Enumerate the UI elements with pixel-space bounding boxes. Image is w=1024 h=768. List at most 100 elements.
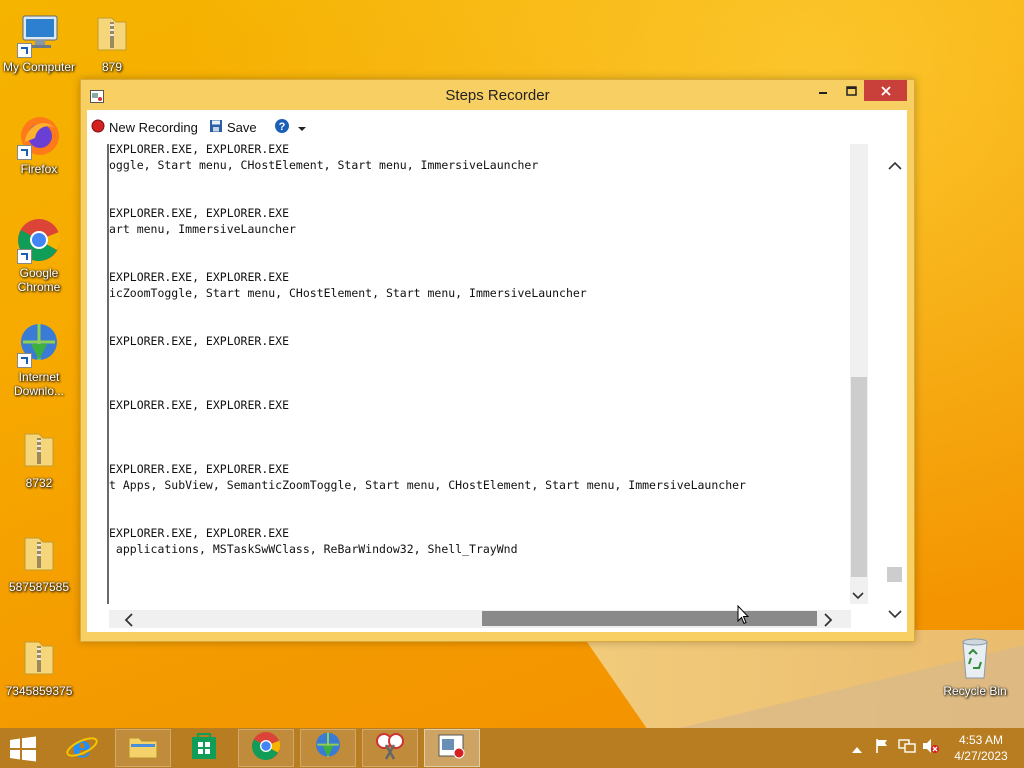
steps-recorder-window[interactable]: Steps Recorder New Recording Save ? EXPL…: [80, 79, 915, 642]
action-center-button[interactable]: [874, 728, 890, 768]
log-line: EXPLORER.EXE, EXPLORER.EXE: [109, 144, 290, 156]
desktop-icon-label: 7345859375: [5, 684, 73, 698]
log-line: EXPLORER.EXE, EXPLORER.EXE: [109, 398, 290, 412]
scrollbar-thumb[interactable]: [887, 567, 902, 582]
firefox-icon: [15, 112, 63, 160]
shortcut-arrow-icon: [17, 249, 32, 264]
desktop-icon-recycle-bin[interactable]: Recycle Bin: [936, 634, 1014, 698]
desktop-icon-chrome[interactable]: Google Chrome: [0, 216, 78, 294]
close-button[interactable]: [864, 80, 907, 101]
chevron-down-icon[interactable]: [852, 586, 864, 605]
taskbar-snipping-tool[interactable]: [362, 729, 418, 767]
taskbar-file-explorer[interactable]: [115, 729, 171, 767]
volume-muted-icon: [922, 738, 940, 758]
file-explorer-icon: [127, 732, 159, 764]
desktop-icon-label: 8732: [25, 476, 53, 490]
volume-button[interactable]: [922, 728, 940, 768]
svg-text:e: e: [72, 730, 91, 762]
log-line: EXPLORER.EXE, EXPLORER.EXE: [109, 206, 290, 220]
clock-date: 4/27/2023: [954, 749, 1008, 763]
system-clock[interactable]: 4:53 AM 4/27/2023: [948, 732, 1014, 764]
chrome-icon: [15, 216, 63, 264]
desktop-icon-label: Recycle Bin: [943, 684, 1007, 698]
desktop-icon-879[interactable]: 879: [73, 10, 151, 74]
store-icon: [189, 731, 219, 765]
toolbar: New Recording Save ?: [87, 110, 907, 140]
chevron-left-icon[interactable]: [124, 612, 134, 631]
chevron-down-icon[interactable]: [888, 604, 902, 623]
desktop-icon-label: 587587585: [8, 580, 70, 594]
clock-time: 4:53 AM: [958, 733, 1004, 747]
maximize-button[interactable]: [837, 80, 865, 101]
desktop-icon-my-computer[interactable]: My Computer: [0, 10, 78, 74]
log-line: art menu, ImmersiveLauncher: [109, 222, 296, 236]
title-bar[interactable]: Steps Recorder: [81, 80, 914, 110]
scrollbar-thumb[interactable]: [851, 377, 867, 577]
new-recording-label: New Recording: [109, 119, 198, 135]
desktop-icon-8732[interactable]: 8732: [0, 426, 78, 490]
shortcut-arrow-icon: [17, 145, 32, 160]
internet-download-manager-icon: [312, 730, 344, 766]
desktop-icon-label: Firefox: [20, 162, 58, 176]
chevron-up-icon: [852, 739, 862, 758]
help-icon: ?: [274, 118, 290, 137]
mouse-cursor-icon: [737, 604, 750, 625]
shortcut-arrow-icon: [17, 353, 32, 368]
zip-folder-icon: [15, 530, 63, 578]
outer-vertical-scrollbar[interactable]: [885, 144, 905, 628]
desktop-icon-firefox[interactable]: Firefox: [0, 112, 78, 176]
save-label: Save: [227, 119, 257, 135]
chevron-down-icon: [298, 120, 306, 135]
minimize-button[interactable]: [809, 80, 837, 101]
internet-explorer-icon: e: [65, 730, 99, 766]
recycle-bin-icon: [951, 634, 999, 682]
log-line: EXPLORER.EXE, EXPLORER.EXE: [109, 334, 290, 348]
close-icon: [880, 81, 891, 100]
zip-folder-icon: [15, 634, 63, 682]
inner-vertical-scrollbar[interactable]: [850, 144, 868, 604]
zip-folder-icon: [15, 426, 63, 474]
desktop-icon-587587585[interactable]: 587587585: [0, 530, 78, 594]
save-icon: [209, 119, 223, 136]
zip-folder-icon: [88, 10, 136, 58]
desktop-icon-label: Internet Downlo...: [13, 370, 65, 398]
minimize-icon: [818, 81, 828, 100]
chevron-right-icon[interactable]: [823, 612, 833, 631]
taskbar: e 4:53 AM 4/27/2023: [0, 728, 1024, 768]
scrollbar-thumb[interactable]: [482, 611, 817, 626]
taskbar-store[interactable]: [176, 729, 232, 767]
help-dropdown-button[interactable]: ?: [274, 118, 306, 136]
network-icon: [898, 738, 916, 758]
taskbar-google-chrome[interactable]: [238, 729, 294, 767]
log-line: EXPLORER.EXE, EXPLORER.EXE: [109, 270, 290, 284]
new-recording-button[interactable]: New Recording: [91, 118, 198, 136]
flag-icon: [874, 738, 890, 758]
record-icon: [91, 119, 105, 136]
desktop-icon-label: Google Chrome: [17, 266, 61, 294]
chrome-icon: [250, 730, 282, 766]
taskbar-internet-download-manager[interactable]: [300, 729, 356, 767]
internet-download-manager-icon: [15, 320, 63, 368]
windows-logo-icon: [8, 736, 38, 766]
start-button[interactable]: [8, 736, 40, 762]
steps-recorder-icon: [437, 732, 467, 764]
log-line: t Apps, SubView, SemanticZoomToggle, Sta…: [109, 478, 746, 492]
taskbar-internet-explorer[interactable]: e: [54, 729, 110, 767]
desktop-icon-internet-download-manager[interactable]: Internet Downlo...: [0, 320, 78, 398]
shortcut-arrow-icon: [17, 43, 32, 58]
network-button[interactable]: [898, 728, 916, 768]
window-title: Steps Recorder: [445, 87, 550, 104]
desktop-icon-label: 879: [101, 60, 123, 74]
log-line: oggle, Start menu, CHostElement, Start m…: [109, 158, 539, 172]
save-button[interactable]: Save: [209, 118, 257, 136]
taskbar-steps-recorder[interactable]: [424, 729, 480, 767]
snipping-tool-icon: [374, 731, 406, 765]
chevron-up-icon[interactable]: [888, 156, 902, 175]
show-hidden-icons-button[interactable]: [852, 728, 862, 768]
computer-icon: [15, 10, 63, 58]
recorded-steps-text-area[interactable]: EXPLORER.EXE, EXPLORER.EXE oggle, Start …: [107, 144, 871, 604]
log-line: EXPLORER.EXE, EXPLORER.EXE: [109, 462, 290, 476]
log-line: EXPLORER.EXE, EXPLORER.EXE: [109, 526, 290, 540]
desktop-icon-7345859375[interactable]: 7345859375: [0, 634, 78, 698]
window-client-area: New Recording Save ? EXPLORER.EXE, EXPLO…: [87, 110, 907, 632]
